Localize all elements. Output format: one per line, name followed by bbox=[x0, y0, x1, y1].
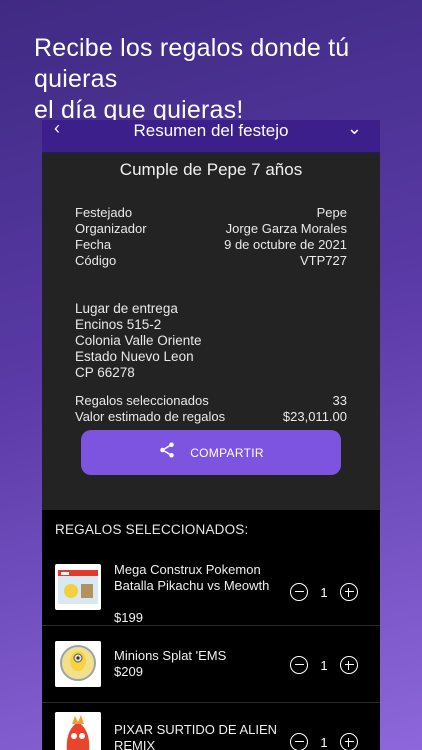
gift-list-item: Minions Splat 'EMS $209 1 bbox=[42, 627, 380, 703]
increase-quantity-icon[interactable] bbox=[340, 656, 358, 674]
decrease-quantity-icon[interactable] bbox=[290, 583, 308, 601]
gift-price: $199 bbox=[114, 610, 143, 625]
gift-name: PIXAR SURTIDO DE ALIEN REMIX bbox=[114, 722, 278, 750]
dropdown-chevron-icon[interactable]: ⌄ bbox=[347, 120, 362, 139]
increase-quantity-icon[interactable] bbox=[340, 583, 358, 601]
decrease-quantity-icon[interactable] bbox=[290, 656, 308, 674]
stat-label: Regalos seleccionados bbox=[75, 393, 209, 408]
address-state: Estado Nuevo Leon bbox=[75, 349, 194, 364]
increase-quantity-icon[interactable] bbox=[340, 733, 358, 750]
share-button-label: COMPARTIR bbox=[190, 445, 264, 460]
address-postal-code: CP 66278 bbox=[75, 365, 135, 380]
detail-label: Festejado bbox=[75, 205, 133, 220]
share-button[interactable]: COMPARTIR bbox=[81, 430, 341, 475]
promo-line-1: Recibe los regalos donde tú quieras bbox=[34, 34, 350, 93]
stat-label: Valor estimado de regalos bbox=[75, 409, 226, 424]
delivery-location-label: Lugar de entrega bbox=[75, 301, 178, 316]
detail-label: Código bbox=[75, 253, 117, 268]
detail-label: Organizador bbox=[75, 221, 147, 236]
gift-name: Mega Construx Pokemon Batalla Pikachu vs… bbox=[114, 562, 270, 593]
gift-list-item: PIXAR SURTIDO DE ALIEN REMIX 1 bbox=[42, 704, 380, 750]
selected-gifts-header: REGALOS SELECCIONADOS: bbox=[55, 522, 249, 537]
gift-thumbnail bbox=[55, 641, 101, 687]
address-street: Encinos 515-2 bbox=[75, 317, 162, 332]
detail-label: Fecha bbox=[75, 237, 112, 252]
detail-value: Jorge Garza Morales bbox=[225, 221, 347, 236]
detail-value: 9 de octubre de 2021 bbox=[224, 237, 347, 252]
app-bar: ‹ Resumen del festejo ⌄ bbox=[42, 120, 380, 153]
quantity-value: 1 bbox=[320, 584, 328, 600]
promo-headline: Recibe los regalos donde tú quieras el d… bbox=[34, 33, 414, 126]
event-summary-card: Cumple de Pepe 7 años Festejado Pepe Org… bbox=[42, 153, 380, 510]
quantity-value: 1 bbox=[320, 734, 328, 750]
quantity-stepper: 1 bbox=[290, 655, 358, 675]
decrease-quantity-icon[interactable] bbox=[290, 733, 308, 750]
selected-gifts-section: REGALOS SELECCIONADOS: Mega Construx Pok… bbox=[42, 510, 380, 750]
gift-thumbnail bbox=[55, 712, 101, 750]
stat-row-estimated-value: Valor estimado de regalos $23,011.00 bbox=[75, 409, 347, 425]
detail-row-festejado: Festejado Pepe bbox=[75, 205, 347, 221]
gift-name: Minions Splat 'EMS bbox=[114, 648, 227, 663]
stat-row-gifts-selected: Regalos seleccionados 33 bbox=[75, 393, 347, 409]
detail-row-fecha: Fecha 9 de octubre de 2021 bbox=[75, 237, 347, 253]
address-colonia: Colonia Valle Oriente bbox=[75, 333, 202, 348]
gift-price: $209 bbox=[114, 664, 143, 679]
app-bar-title: Resumen del festejo bbox=[133, 121, 289, 140]
quantity-stepper: 1 bbox=[290, 732, 358, 750]
gift-thumbnail bbox=[55, 564, 101, 610]
detail-value: Pepe bbox=[316, 205, 347, 220]
detail-value: VTP727 bbox=[300, 253, 347, 268]
quantity-stepper: 1 bbox=[290, 582, 358, 602]
detail-row-organizador: Organizador Jorge Garza Morales bbox=[75, 221, 347, 237]
stat-value: 33 bbox=[332, 393, 347, 408]
gift-list-item: Mega Construx Pokemon Batalla Pikachu vs… bbox=[42, 550, 380, 626]
detail-row-codigo: Código VTP727 bbox=[75, 253, 347, 269]
event-title: Cumple de Pepe 7 años bbox=[119, 160, 303, 179]
app-screen: ‹ Resumen del festejo ⌄ Cumple de Pepe 7… bbox=[42, 120, 380, 750]
stat-value: $23,011.00 bbox=[282, 409, 347, 424]
share-icon bbox=[158, 441, 176, 464]
quantity-value: 1 bbox=[320, 657, 328, 673]
